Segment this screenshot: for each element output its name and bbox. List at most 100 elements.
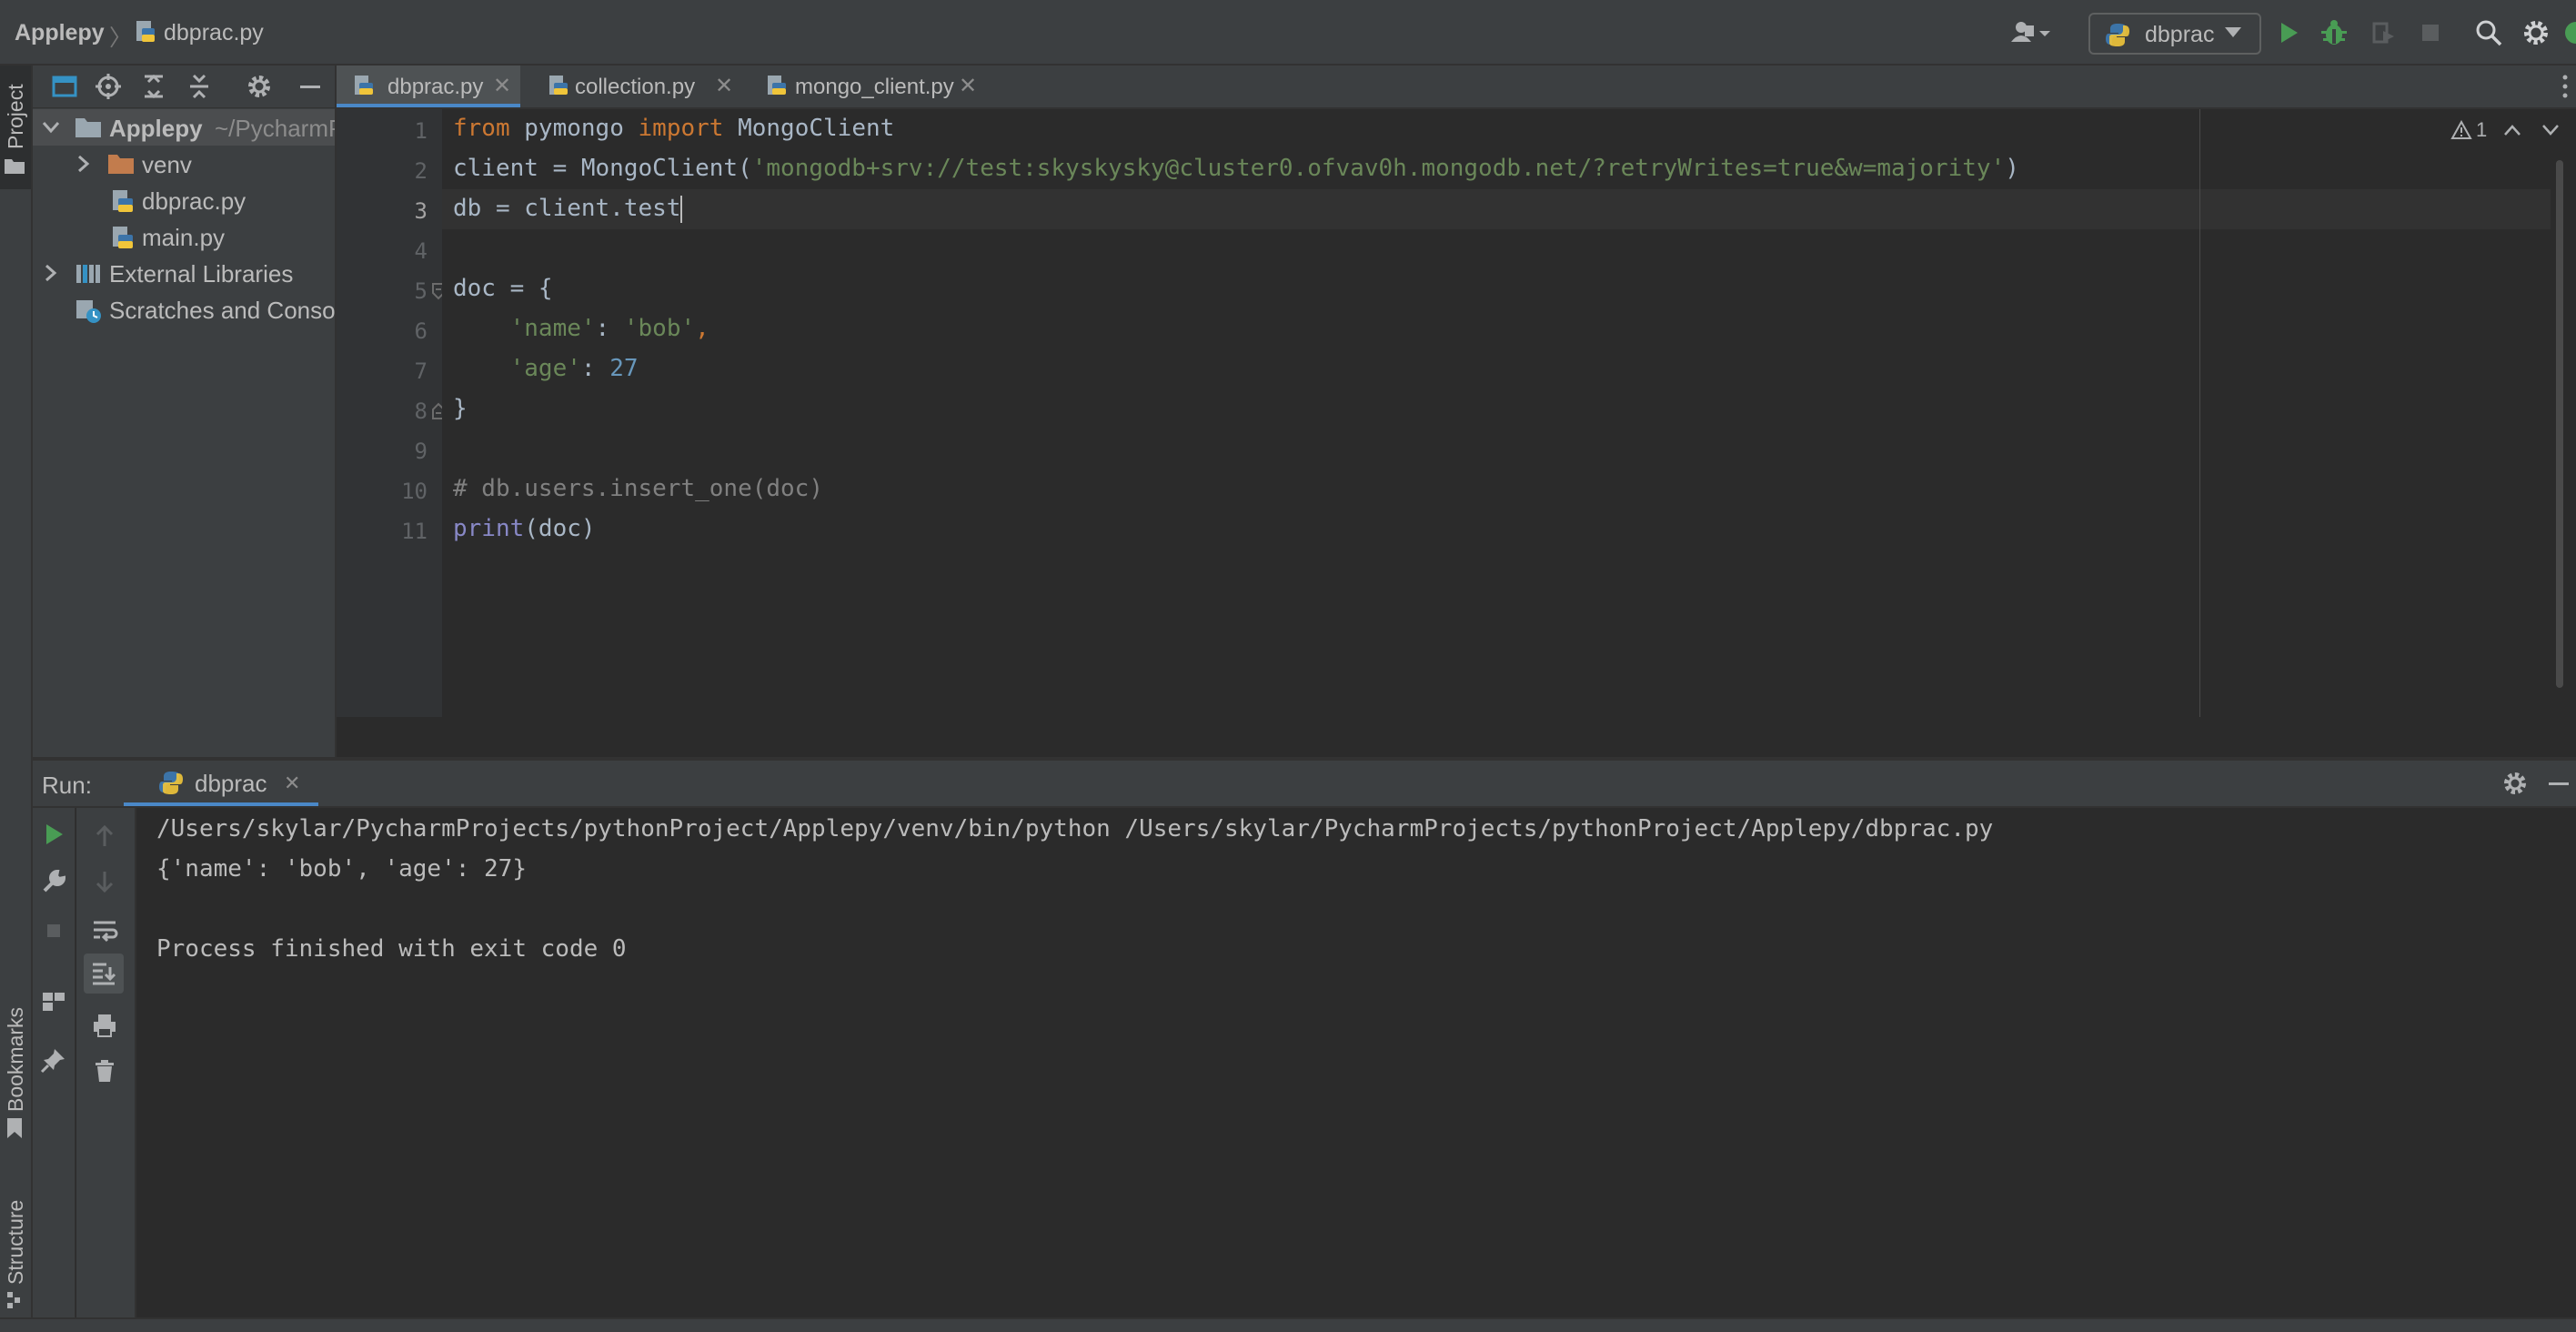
tree-item-root[interactable]: Applepy ~/PycharmProjects/pythonProject/… [33,109,335,146]
folder-icon [4,156,25,175]
tree-item-label: Scratches and Consoles [109,297,336,324]
scroll-up-icon[interactable] [91,822,118,850]
code-number: 27 [609,355,639,382]
text-caret [680,195,683,223]
tree-item-label: main.py [142,224,226,251]
update-indicator-icon[interactable] [2563,20,2576,45]
debug-icon[interactable] [2319,18,2349,47]
structure-tool-label: Structure [4,1199,27,1285]
print-icon[interactable] [91,1012,118,1039]
settings-icon[interactable] [246,73,273,100]
hide-panel-icon[interactable] [2545,770,2572,797]
search-icon[interactable] [2474,18,2503,47]
account-icon[interactable] [2008,18,2050,47]
tree-root-path: ~/PycharmProjects/pythonProject/Applepy [215,115,335,142]
editor-scrollbar[interactable] [2556,160,2563,688]
pin-icon[interactable] [40,1046,67,1074]
line-number: 8 [414,399,428,424]
run-panel-label: Run: [42,772,92,799]
library-icon [75,262,102,286]
run-icon[interactable] [2274,18,2303,47]
run-panel-header: Run: dbprac ✕ [33,761,2576,808]
line-number: 9 [414,439,428,464]
scroll-down-icon[interactable] [91,868,118,895]
code-line-3: db = client.test [453,195,683,223]
warnings-count[interactable]: 1 [2476,118,2487,142]
code-line-7: 'age': 27 [453,355,639,382]
trash-icon[interactable] [91,1057,118,1085]
code-text: pymongo [509,115,639,142]
line-number: 11 [401,519,428,544]
python-file-icon [548,75,569,98]
code-comment: # db.users.insert_one(doc) [453,475,823,502]
coverage-icon[interactable] [2369,18,2398,47]
code-text: doc = { [453,275,553,302]
run-console[interactable] [136,808,2576,1317]
code-string: 'name' [509,315,596,342]
locate-file-icon[interactable] [95,73,122,100]
code-text: : [595,315,624,342]
line-number: 7 [414,358,428,384]
editor-tab-bar: dbprac.py ✕ collection.py ✕ mongo_client… [337,66,2576,109]
close-tab-icon[interactable]: ✕ [493,73,511,99]
view-mode-icon[interactable] [51,73,78,100]
python-file-icon [135,20,156,44]
tree-item-scratches[interactable]: Scratches and Consoles [33,291,335,328]
code-line-2: client = MongoClient('mongodb+srv://test… [453,155,2019,182]
tree-item-dbprac[interactable]: dbprac.py [33,182,335,218]
expand-all-icon[interactable] [140,73,167,100]
project-tool-button[interactable]: Project [0,66,31,189]
breadcrumb-file[interactable]: dbprac.py [164,20,264,46]
line-number: 10 [401,479,428,504]
line-number: 4 [414,238,428,264]
chevron-down-icon[interactable] [42,120,60,135]
collapse-all-icon[interactable] [186,73,213,100]
code-text: (doc) [524,515,596,542]
run-configuration-select[interactable]: dbprac [2088,13,2261,55]
rerun-icon[interactable] [40,821,67,848]
wrench-icon[interactable] [40,868,67,895]
right-margin-guide [2199,109,2200,717]
scroll-to-end-toggle[interactable] [84,954,124,994]
structure-tool-button[interactable]: Structure [0,1163,31,1317]
python-icon [158,770,184,795]
more-options-icon[interactable] [2561,73,2569,100]
structure-icon [5,1290,24,1310]
code-line-5: doc = { [453,275,553,302]
previous-highlight-icon[interactable] [2503,124,2521,136]
breadcrumb-project[interactable]: Applepy [15,20,105,46]
close-tab-icon[interactable]: ✕ [715,73,733,99]
hide-panel-icon[interactable] [297,73,324,100]
warning-icon[interactable] [2450,120,2472,140]
tree-item-venv[interactable]: venv [33,146,335,182]
tab-mongo-client[interactable]: mongo_client.py ✕ [755,66,991,107]
tree-item-external-libraries[interactable]: External Libraries [33,255,335,291]
stop-icon[interactable] [40,917,67,944]
chevron-down-icon [2225,27,2241,38]
soft-wrap-icon[interactable] [91,917,118,944]
tab-dbprac[interactable]: dbprac.py ✕ [337,66,520,107]
chevron-right-icon[interactable] [44,264,58,282]
close-tab-icon[interactable]: ✕ [284,772,300,795]
layout-icon[interactable] [40,988,67,1015]
folder-icon [75,116,102,138]
close-tab-icon[interactable]: ✕ [959,73,977,99]
code-string: 'mongodb+srv://test:skyskysky@cluster0.o… [751,155,2006,182]
bookmarks-tool-button[interactable]: Bookmarks [0,975,31,1139]
python-file-icon [111,189,135,215]
stop-icon[interactable] [2416,18,2445,47]
line-number: 3 [414,198,428,224]
python-file-icon [353,75,375,98]
code-text: client = MongoClient( [453,155,752,182]
settings-icon[interactable] [2501,770,2529,797]
settings-icon[interactable] [2521,18,2551,47]
run-tab-dbprac[interactable]: dbprac ✕ [124,761,318,806]
tab-label: dbprac.py [387,75,484,99]
tab-collection[interactable]: collection.py ✕ [537,66,746,107]
console-line: Process finished with exit code 0 [156,935,627,963]
code-line-10: # db.users.insert_one(doc) [453,475,823,502]
python-file-icon [766,75,788,98]
next-highlight-icon[interactable] [2541,124,2560,136]
chevron-right-icon[interactable] [76,155,91,173]
tree-item-main[interactable]: main.py [33,218,335,255]
